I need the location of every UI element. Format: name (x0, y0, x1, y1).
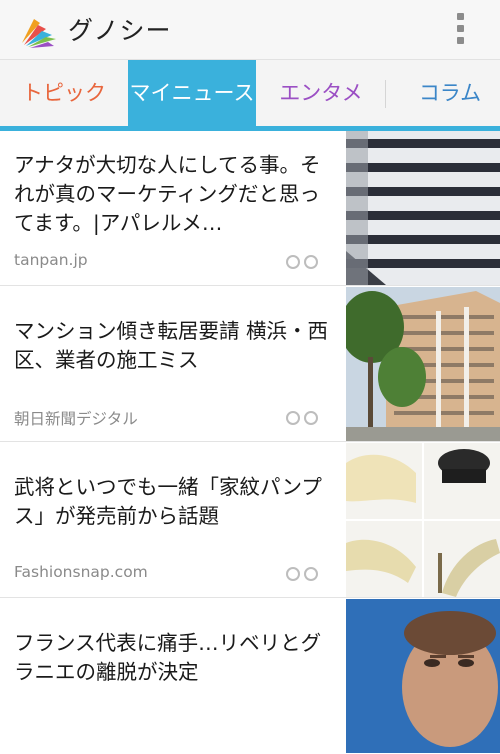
tab-my-news[interactable]: マイニュース (128, 60, 256, 126)
article-source: 朝日新聞デジタル (14, 410, 138, 428)
article-row[interactable]: フランス代表に痛手…リベリとグラニエの離脱が決定 (0, 599, 500, 754)
overflow-menu-icon[interactable] (450, 12, 472, 46)
reaction-dots-icon (286, 255, 322, 269)
tab-topic[interactable]: トピック (0, 60, 128, 126)
striped-shorts-photo (346, 131, 500, 285)
reaction-dots-icon (286, 411, 322, 425)
football-player-photo (346, 599, 500, 753)
article-title: 武将といつでも一緒「家紋パンプス」が発売前から話題 (14, 475, 322, 528)
app-bar: グノシー (0, 0, 500, 60)
article-row[interactable]: 武将といつでも一緒「家紋パンプス」が発売前から話題 Fashionsnap.co… (0, 443, 500, 598)
row-divider (0, 441, 500, 442)
tab-entertainment[interactable]: エンタメ (258, 60, 384, 126)
article-source: Fashionsnap.com (14, 563, 148, 581)
row-divider (0, 597, 500, 598)
gunosy-logo-icon[interactable] (18, 13, 58, 49)
row-divider (0, 285, 500, 286)
article-row[interactable]: マンション傾き転居要請 横浜・西区、業者の施工ミス 朝日新聞デジタル (0, 287, 500, 442)
article-source: tanpan.jp (14, 251, 88, 269)
category-tabs: トピック マイニュース エンタメ コラム (0, 60, 500, 126)
article-row[interactable]: アナタが大切な人にしてる事。それが真のマーケティングだと思ってます。|アパレルメ… (0, 131, 500, 286)
app-title: グノシー (68, 16, 172, 45)
tab-column[interactable]: コラム (386, 60, 500, 126)
pumps-shoes-photo (346, 443, 500, 597)
article-title: マンション傾き転居要請 横浜・西区、業者の施工ミス (14, 319, 329, 372)
article-title: フランス代表に痛手…リベリとグラニエの離脱が決定 (14, 631, 322, 684)
apartment-building-photo (346, 287, 500, 441)
reaction-dots-icon (286, 567, 322, 581)
article-title: アナタが大切な人にしてる事。それが真のマーケティングだと思ってます。|アパレルメ… (14, 153, 321, 235)
